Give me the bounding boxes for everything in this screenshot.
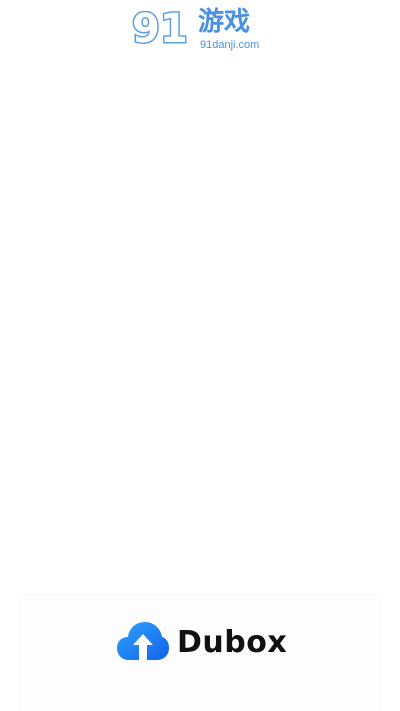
watermark: 91 游戏 91danji.com <box>132 2 272 54</box>
watermark-logo: 91 游戏 91danji.com <box>132 5 259 54</box>
cloud-upload-icon <box>117 622 169 660</box>
watermark-chinese: 游戏 <box>198 7 250 37</box>
app-brand: Dubox <box>117 620 287 664</box>
watermark-numeral: 91 <box>132 6 188 52</box>
watermark-site: 91danji.com <box>200 39 259 51</box>
app-name: Dubox <box>177 624 288 660</box>
